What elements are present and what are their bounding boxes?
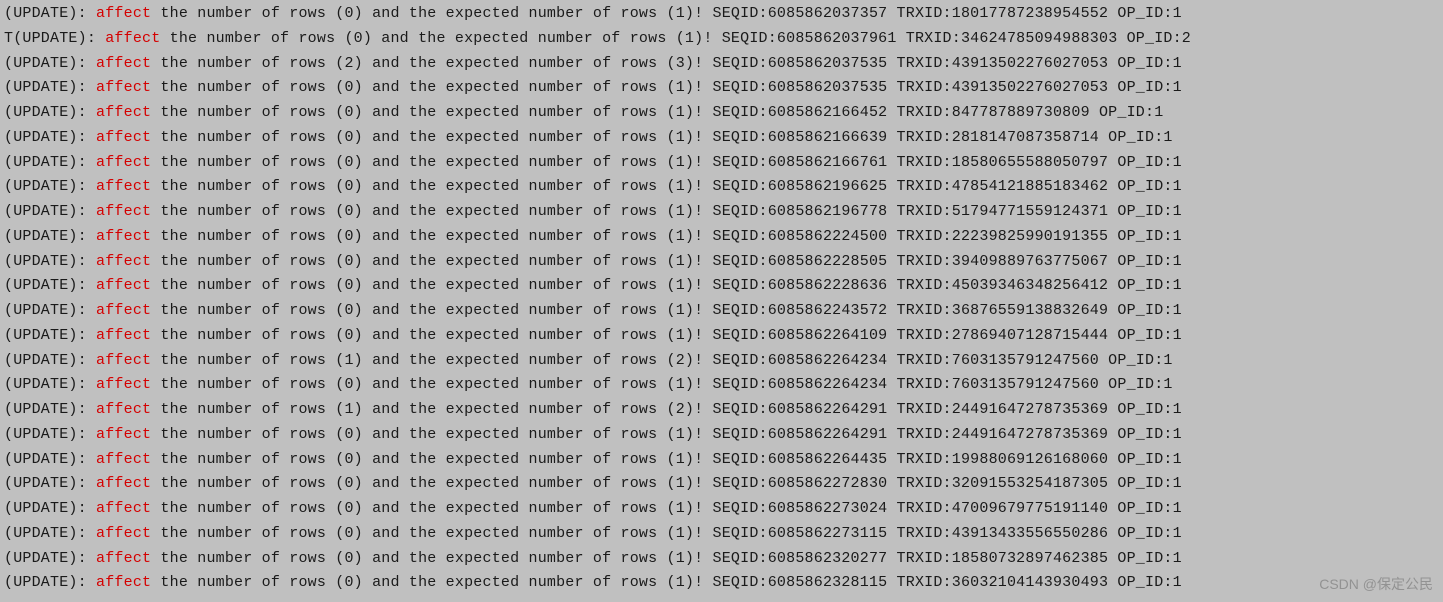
log-prefix: (UPDATE):	[4, 401, 96, 418]
highlight-keyword: affect	[96, 376, 151, 393]
log-message: the number of rows (0) and the expected …	[151, 327, 1182, 344]
highlight-keyword: affect	[96, 574, 151, 591]
log-message: the number of rows (0) and the expected …	[151, 277, 1182, 294]
log-prefix: (UPDATE):	[4, 302, 96, 319]
log-prefix: (UPDATE):	[4, 203, 96, 220]
log-message: the number of rows (1) and the expected …	[151, 401, 1182, 418]
log-prefix: (UPDATE):	[4, 154, 96, 171]
log-line: (UPDATE): affect the number of rows (0) …	[0, 151, 1443, 176]
log-prefix: (UPDATE):	[4, 500, 96, 517]
highlight-keyword: affect	[96, 228, 151, 245]
log-message: the number of rows (0) and the expected …	[151, 451, 1182, 468]
log-line: (UPDATE): affect the number of rows (0) …	[0, 299, 1443, 324]
log-line: (UPDATE): affect the number of rows (0) …	[0, 448, 1443, 473]
log-line: (UPDATE): affect the number of rows (0) …	[0, 522, 1443, 547]
log-prefix: (UPDATE):	[4, 5, 96, 22]
log-message: the number of rows (2) and the expected …	[151, 55, 1182, 72]
log-message: the number of rows (0) and the expected …	[151, 302, 1182, 319]
highlight-keyword: affect	[105, 30, 160, 47]
log-prefix: (UPDATE):	[4, 79, 96, 96]
log-message: the number of rows (0) and the expected …	[151, 253, 1182, 270]
log-line: (UPDATE): affect the number of rows (0) …	[0, 373, 1443, 398]
log-message: the number of rows (0) and the expected …	[160, 30, 1191, 47]
log-message: the number of rows (0) and the expected …	[151, 376, 1172, 393]
log-line: (UPDATE): affect the number of rows (1) …	[0, 349, 1443, 374]
log-line: (UPDATE): affect the number of rows (0) …	[0, 126, 1443, 151]
highlight-keyword: affect	[96, 352, 151, 369]
highlight-keyword: affect	[96, 79, 151, 96]
highlight-keyword: affect	[96, 327, 151, 344]
log-message: the number of rows (0) and the expected …	[151, 154, 1182, 171]
log-output: (UPDATE): affect the number of rows (0) …	[0, 0, 1443, 598]
log-prefix: (UPDATE):	[4, 550, 96, 567]
log-line: (UPDATE): affect the number of rows (0) …	[0, 571, 1443, 596]
log-line: (UPDATE): affect the number of rows (0) …	[0, 274, 1443, 299]
log-line: T(UPDATE): affect the number of rows (0)…	[0, 27, 1443, 52]
highlight-keyword: affect	[96, 253, 151, 270]
log-message: the number of rows (0) and the expected …	[151, 203, 1182, 220]
log-prefix: (UPDATE):	[4, 475, 96, 492]
log-prefix: (UPDATE):	[4, 277, 96, 294]
log-line: (UPDATE): affect the number of rows (0) …	[0, 472, 1443, 497]
log-line: (UPDATE): affect the number of rows (0) …	[0, 200, 1443, 225]
log-prefix: (UPDATE):	[4, 104, 96, 121]
log-message: the number of rows (0) and the expected …	[151, 104, 1163, 121]
log-message: the number of rows (0) and the expected …	[151, 129, 1172, 146]
log-message: the number of rows (1) and the expected …	[151, 352, 1172, 369]
highlight-keyword: affect	[96, 277, 151, 294]
log-line: (UPDATE): affect the number of rows (0) …	[0, 324, 1443, 349]
log-line: (UPDATE): affect the number of rows (2) …	[0, 52, 1443, 77]
log-line: (UPDATE): affect the number of rows (0) …	[0, 76, 1443, 101]
highlight-keyword: affect	[96, 55, 151, 72]
log-message: the number of rows (0) and the expected …	[151, 426, 1182, 443]
log-prefix: (UPDATE):	[4, 574, 96, 591]
highlight-keyword: affect	[96, 426, 151, 443]
log-prefix: (UPDATE):	[4, 327, 96, 344]
log-message: the number of rows (0) and the expected …	[151, 228, 1182, 245]
highlight-keyword: affect	[96, 5, 151, 22]
log-prefix: (UPDATE):	[4, 376, 96, 393]
highlight-keyword: affect	[96, 451, 151, 468]
highlight-keyword: affect	[96, 525, 151, 542]
log-prefix: (UPDATE):	[4, 352, 96, 369]
log-message: the number of rows (0) and the expected …	[151, 525, 1182, 542]
log-line: (UPDATE): affect the number of rows (0) …	[0, 497, 1443, 522]
log-prefix: (UPDATE):	[4, 55, 96, 72]
highlight-keyword: affect	[96, 203, 151, 220]
log-message: the number of rows (0) and the expected …	[151, 79, 1182, 96]
log-line: (UPDATE): affect the number of rows (0) …	[0, 175, 1443, 200]
highlight-keyword: affect	[96, 550, 151, 567]
log-message: the number of rows (0) and the expected …	[151, 475, 1182, 492]
log-message: the number of rows (0) and the expected …	[151, 178, 1182, 195]
highlight-keyword: affect	[96, 129, 151, 146]
log-prefix: (UPDATE):	[4, 451, 96, 468]
log-prefix: (UPDATE):	[4, 129, 96, 146]
highlight-keyword: affect	[96, 500, 151, 517]
log-line: (UPDATE): affect the number of rows (0) …	[0, 225, 1443, 250]
highlight-keyword: affect	[96, 401, 151, 418]
log-prefix: (UPDATE):	[4, 178, 96, 195]
log-message: the number of rows (0) and the expected …	[151, 550, 1182, 567]
log-prefix: T(UPDATE):	[4, 30, 105, 47]
log-prefix: (UPDATE):	[4, 426, 96, 443]
log-message: the number of rows (0) and the expected …	[151, 5, 1182, 22]
log-line: (UPDATE): affect the number of rows (1) …	[0, 398, 1443, 423]
log-line: (UPDATE): affect the number of rows (0) …	[0, 101, 1443, 126]
log-line: (UPDATE): affect the number of rows (0) …	[0, 423, 1443, 448]
highlight-keyword: affect	[96, 178, 151, 195]
log-prefix: (UPDATE):	[4, 253, 96, 270]
log-message: the number of rows (0) and the expected …	[151, 500, 1182, 517]
log-prefix: (UPDATE):	[4, 228, 96, 245]
log-line: (UPDATE): affect the number of rows (0) …	[0, 547, 1443, 572]
log-prefix: (UPDATE):	[4, 525, 96, 542]
highlight-keyword: affect	[96, 475, 151, 492]
log-line: (UPDATE): affect the number of rows (0) …	[0, 2, 1443, 27]
log-line: (UPDATE): affect the number of rows (0) …	[0, 250, 1443, 275]
log-message: the number of rows (0) and the expected …	[151, 574, 1182, 591]
highlight-keyword: affect	[96, 154, 151, 171]
highlight-keyword: affect	[96, 104, 151, 121]
highlight-keyword: affect	[96, 302, 151, 319]
